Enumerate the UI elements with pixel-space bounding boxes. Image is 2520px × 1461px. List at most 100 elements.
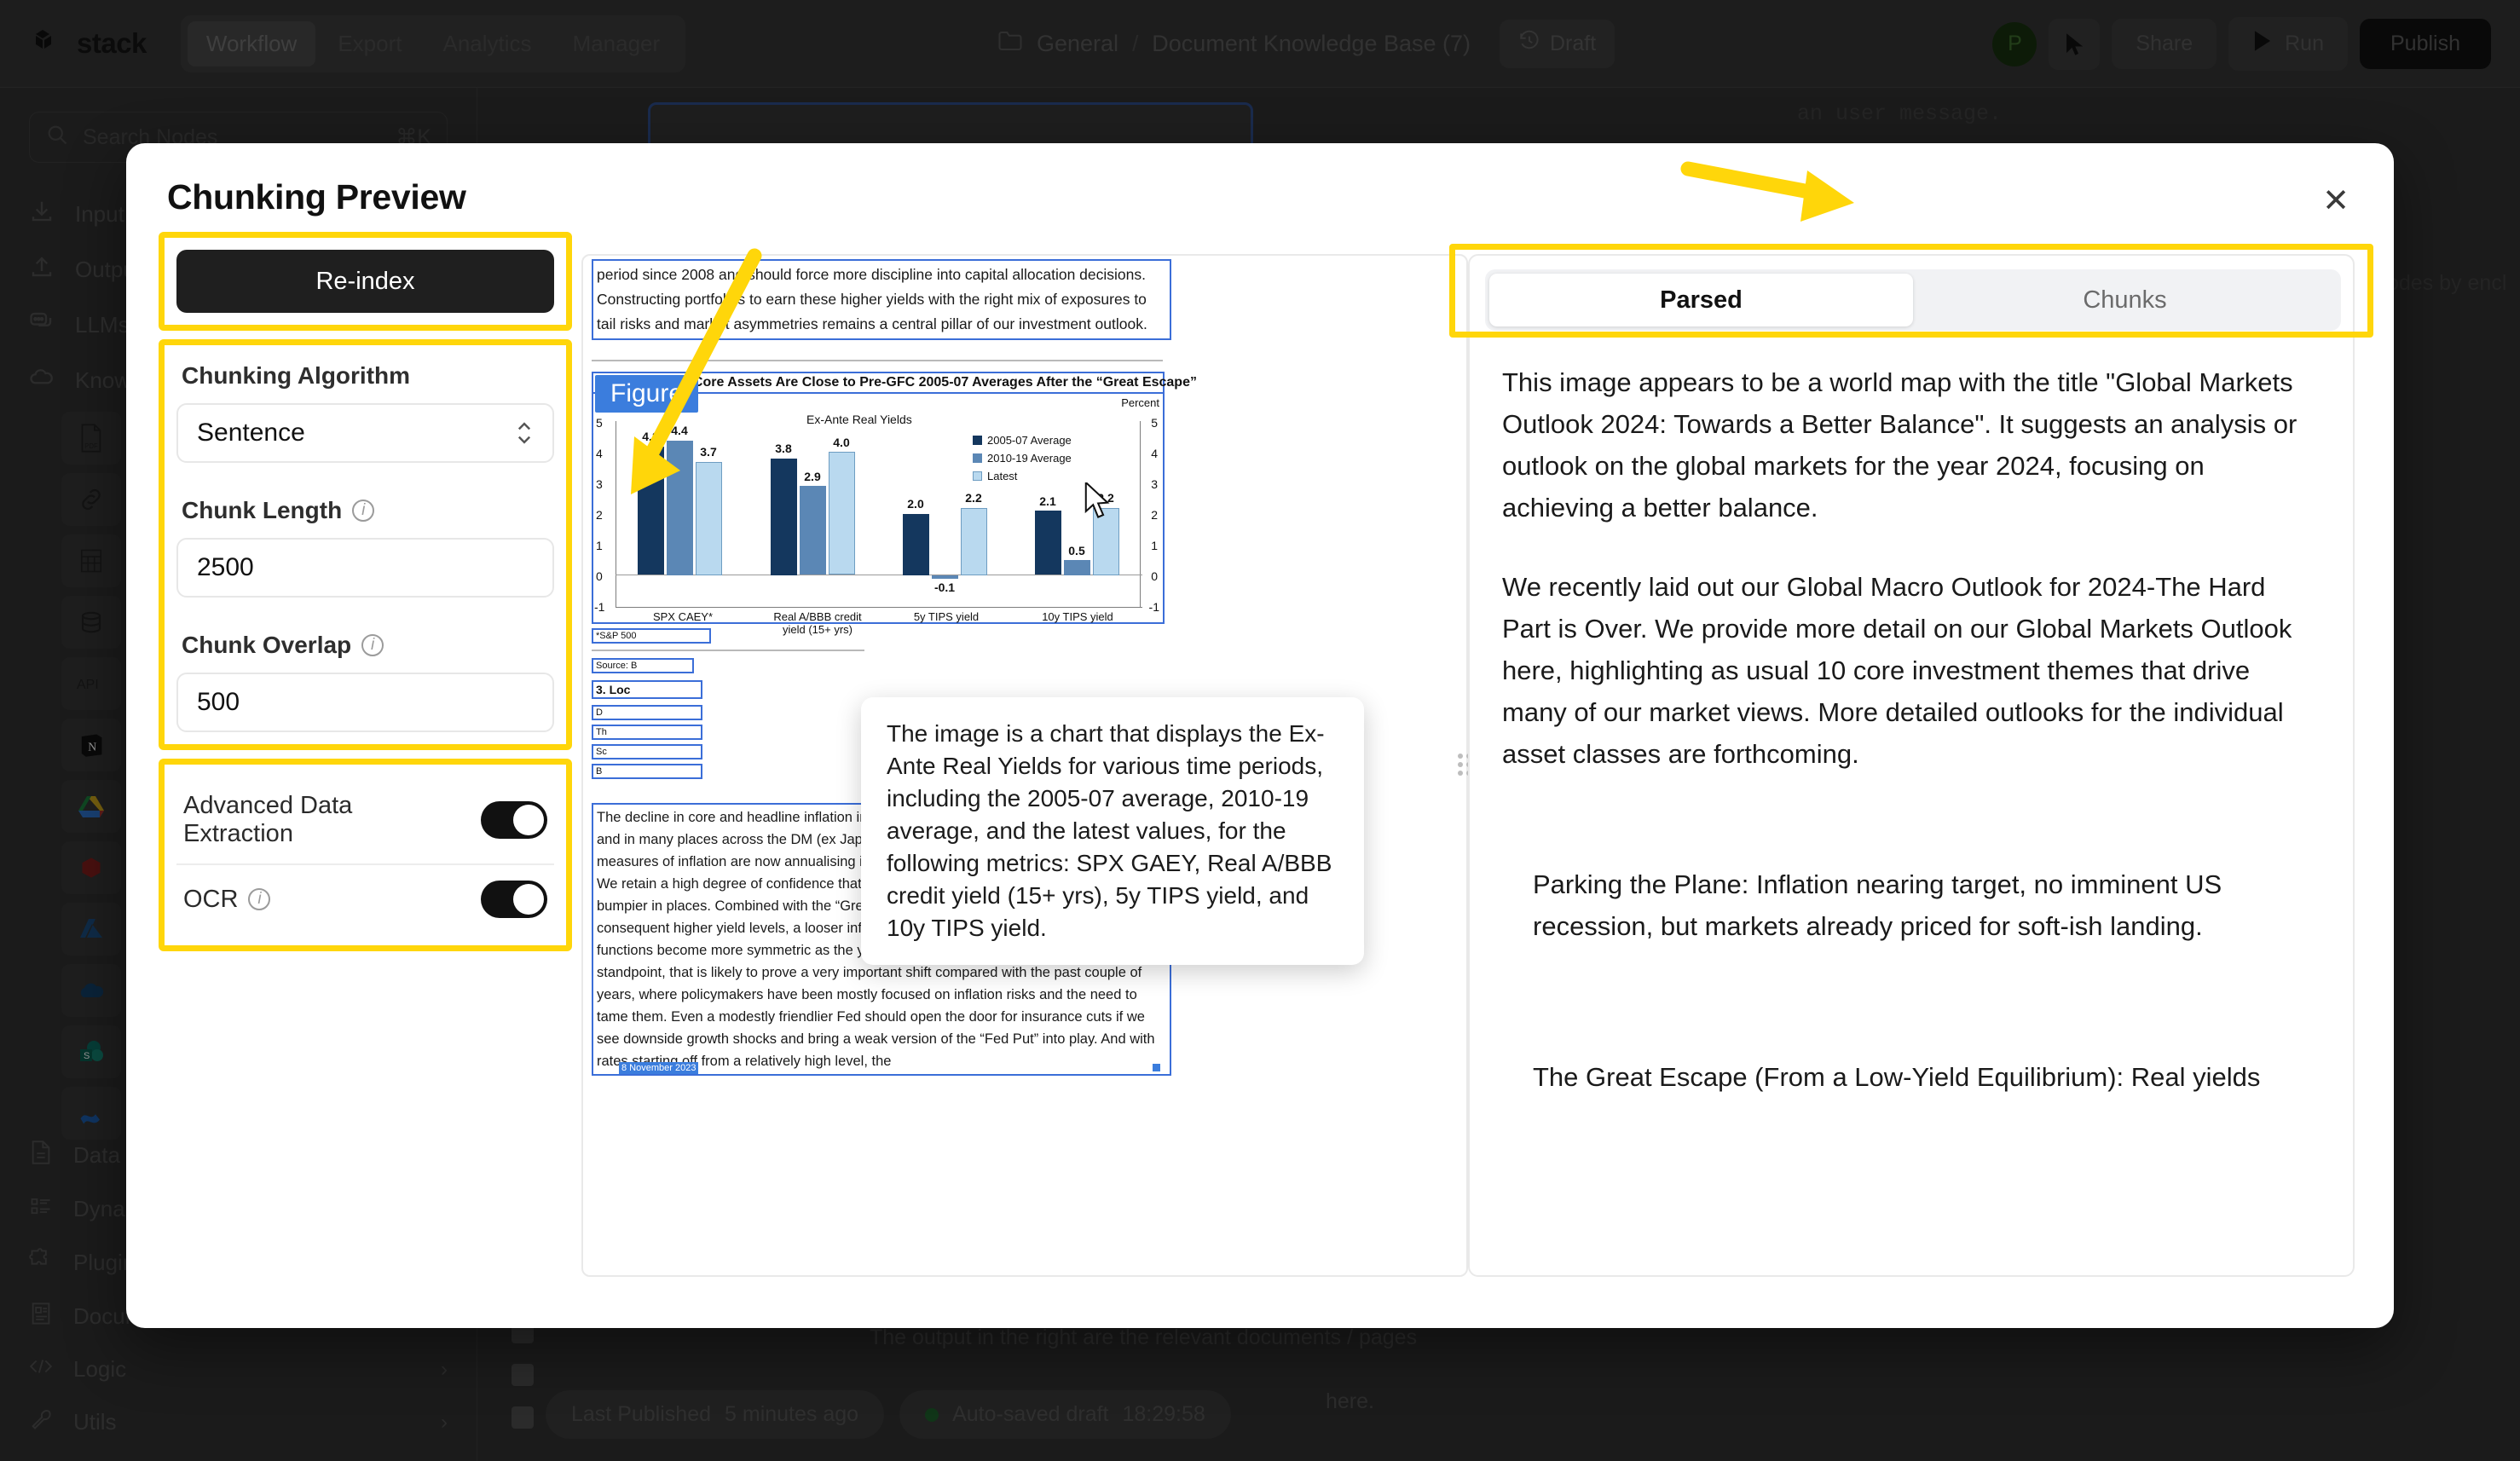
ocr-row: OCR i [176, 863, 554, 933]
figure-source: Source: B [592, 658, 694, 673]
chart-figure: Percent Percent Ex-Ante Real Yields 5 4 … [592, 392, 1165, 636]
chart-bar [932, 575, 958, 579]
chart-bar [903, 513, 929, 575]
chart-bar [961, 507, 987, 575]
chunk-overlap-value: 500 [197, 688, 240, 716]
chunk-length-value: 2500 [197, 553, 254, 581]
chart-bar [638, 446, 664, 575]
ocr-toggle[interactable] [481, 881, 547, 918]
chunk-length-input[interactable]: 2500 [176, 538, 554, 598]
chunk-length-label: Chunk Length i [182, 497, 554, 524]
chart-ytick: -1 [594, 600, 605, 614]
mouse-cursor [1084, 482, 1110, 518]
chart-ytick: 4 [1151, 447, 1158, 460]
legend-swatch [973, 471, 982, 481]
doc-bullet: B [592, 764, 702, 779]
image-description-tooltip: The image is a chart that displays the E… [861, 697, 1364, 965]
chart-x-axis [616, 607, 1142, 608]
figure-badge: Figure [595, 375, 699, 413]
algorithm-label: Chunking Algorithm [182, 362, 554, 390]
chart-bar-label: 2.2 [965, 491, 982, 505]
chunk-overlap-label-text: Chunk Overlap [182, 632, 352, 658]
doc-bullet: D [592, 705, 702, 720]
parsed-paragraph: We recently laid out our Global Macro Ou… [1502, 572, 2292, 769]
chart-ytick: 3 [596, 477, 603, 491]
algorithm-label-text: Chunking Algorithm [182, 362, 411, 389]
parsed-paragraph: The Great Escape (From a Low-Yield Equil… [1533, 1062, 2261, 1092]
advanced-extraction-label: Advanced Data Extraction [183, 792, 353, 847]
close-icon[interactable]: ✕ [2315, 181, 2356, 222]
parsed-paragraph: This image appears to be a world map wit… [1502, 367, 2297, 523]
page-title: Chunking Preview [167, 177, 466, 217]
chart-ytick: 3 [1151, 477, 1158, 491]
chunk-overlap-input[interactable]: 500 [176, 673, 554, 732]
legend-label: 2005-07 Average [987, 434, 1072, 447]
chunking-settings: Re-index Chunking Algorithm Sentence Chu… [159, 232, 572, 951]
doc-page-marker [1153, 1064, 1160, 1071]
parsed-content[interactable]: This image appears to be a world map wit… [1470, 348, 2353, 1275]
doc-top-paragraph: period since 2008 and should force more … [592, 259, 1171, 340]
chart-bar-label: 3.8 [775, 442, 792, 455]
chart-ytick: 4 [596, 447, 603, 460]
ocr-label: OCR i [183, 885, 271, 914]
info-icon[interactable]: i [361, 634, 384, 656]
chart-legend-item: Latest [973, 470, 1017, 482]
algorithm-value: Sentence [197, 419, 305, 447]
doc-bullet: Th [592, 725, 702, 740]
tab-parsed[interactable]: Parsed [1489, 274, 1913, 326]
chart-bar [1064, 559, 1090, 575]
parsed-output-pane: Parsed Chunks This image appears to be a… [1468, 254, 2355, 1277]
chart-bar [800, 486, 826, 575]
reindex-button[interactable]: Re-index [176, 250, 554, 313]
info-icon[interactable]: i [352, 500, 375, 522]
chart-ytick: 0 [1151, 569, 1158, 583]
chart-bar-label: 2.1 [1039, 494, 1056, 508]
doc-page-footer: 8 November 2023 [619, 1062, 699, 1074]
chart-legend-item: 2005-07 Average [973, 434, 1072, 447]
chart-bar-label: 4.4 [671, 424, 688, 437]
chart-bar-label: 2.0 [907, 497, 924, 511]
tab-chunks[interactable]: Chunks [1913, 274, 2337, 326]
chart-ytick: -1 [1148, 600, 1159, 614]
chart-y-axis-right [1140, 421, 1141, 607]
chart-bar-label: 3.7 [700, 445, 717, 459]
reindex-highlight: Re-index [159, 232, 572, 331]
chart-ytick: 2 [596, 508, 603, 522]
legend-swatch [973, 436, 982, 445]
chart-ytick: 1 [596, 539, 603, 552]
doc-section-heading: 3. Loc [592, 680, 702, 699]
chevron-updown-icon [515, 419, 534, 448]
chart-bar [829, 452, 855, 575]
toggles-highlight: Advanced Data Extraction OCR i [159, 759, 572, 951]
chunk-length-label-text: Chunk Length [182, 497, 343, 523]
info-icon[interactable]: i [248, 888, 271, 910]
chart-bar [1035, 511, 1061, 575]
chart-ylabel-right: Percent [1121, 396, 1159, 409]
chart-ytick: 0 [596, 569, 603, 583]
chart-bar-label: 4.0 [833, 436, 850, 449]
chunk-overlap-label: Chunk Overlap i [182, 632, 554, 659]
divider [592, 650, 864, 651]
chart-category-label: 5y TIPS yield [913, 610, 980, 623]
chart-ytick: 2 [1151, 508, 1158, 522]
parsed-paragraph: Parking the Plane: Inflation nearing tar… [1533, 869, 2222, 941]
output-tabs: Parsed Chunks [1485, 269, 2341, 331]
advanced-extraction-toggle[interactable] [481, 801, 547, 839]
ocr-label-text: OCR [183, 885, 239, 913]
chart-ytick: 1 [1151, 539, 1158, 552]
legend-swatch [973, 453, 982, 463]
chart-category-label: Real A/BBB credit yield (15+ yrs) [773, 610, 862, 636]
chunking-params-highlight: Chunking Algorithm Sentence Chunk Length… [159, 339, 572, 750]
legend-label: Latest [987, 470, 1018, 482]
figure-footnote: *S&P 500 [592, 628, 711, 644]
doc-bullet: Sc [592, 744, 702, 759]
chart-legend-item: 2010-19 Average [973, 452, 1072, 465]
chart-ytick: 5 [596, 416, 603, 430]
algorithm-select[interactable]: Sentence [176, 403, 554, 463]
advanced-data-extraction-row: Advanced Data Extraction [176, 777, 554, 863]
chart-category-label: 10y TIPS yield [1042, 610, 1113, 623]
chart-title: Ex-Ante Real Yields [806, 413, 912, 426]
divider [592, 360, 1163, 361]
chart-bar [667, 440, 693, 575]
chart-bar [696, 461, 722, 575]
